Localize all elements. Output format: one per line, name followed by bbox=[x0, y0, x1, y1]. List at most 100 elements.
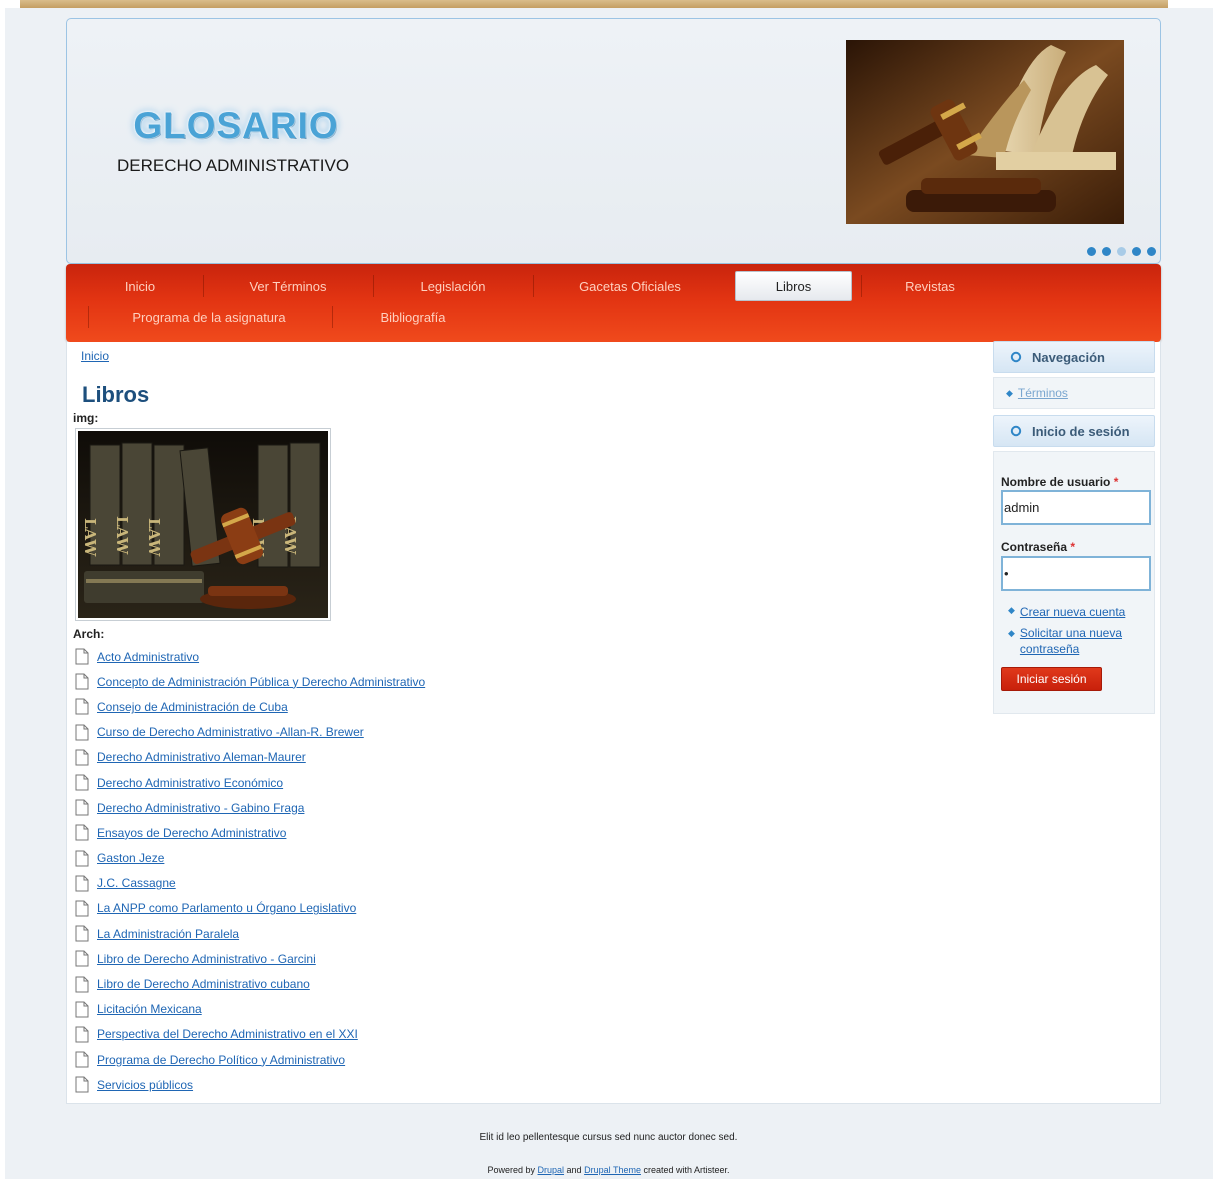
svg-text:LAW: LAW bbox=[145, 518, 163, 557]
document-icon bbox=[75, 976, 89, 993]
required-mark: * bbox=[1070, 540, 1076, 554]
file-link[interactable]: La ANPP como Parlamento u Órgano Legisla… bbox=[97, 901, 356, 915]
document-icon bbox=[75, 749, 89, 766]
document-icon bbox=[75, 824, 89, 841]
menu-item-revistas[interactable]: Revistas bbox=[884, 272, 976, 302]
file-link[interactable]: Derecho Administrativo Económico bbox=[97, 776, 283, 790]
menu-item-bibliografia[interactable]: Bibliografía bbox=[355, 303, 471, 333]
arch-field-label: Arch: bbox=[73, 627, 105, 641]
document-icon bbox=[75, 950, 89, 967]
login-button[interactable]: Iniciar sesión bbox=[1001, 667, 1102, 691]
file-link[interactable]: La Administración Paralela bbox=[97, 927, 239, 941]
document-icon bbox=[75, 648, 89, 665]
document-icon bbox=[75, 925, 89, 942]
login-block-title: Inicio de sesión bbox=[993, 415, 1155, 447]
main-menu: Inicio Ver Términos Legislación Gacetas … bbox=[66, 264, 1161, 342]
file-link[interactable]: Derecho Administrativo Aleman-Maurer bbox=[97, 750, 306, 764]
document-icon bbox=[75, 850, 89, 867]
file-item: Libro de Derecho Administrativo - Garcin… bbox=[75, 946, 675, 971]
document-icon bbox=[75, 1001, 89, 1018]
slider-dots bbox=[1087, 247, 1156, 256]
site-slogan: DERECHO ADMINISTRATIVO bbox=[117, 156, 350, 175]
file-item: Servicios públicos bbox=[75, 1072, 675, 1097]
document-icon bbox=[75, 1076, 89, 1093]
file-link[interactable]: J.C. Cassagne bbox=[97, 876, 176, 890]
file-link[interactable]: Libro de Derecho Administrativo cubano bbox=[97, 977, 310, 991]
file-link[interactable]: Acto Administrativo bbox=[97, 650, 199, 664]
document-icon bbox=[75, 900, 89, 917]
menu-separator bbox=[861, 275, 862, 297]
drupal-link[interactable]: Drupal bbox=[538, 1165, 565, 1175]
file-item: Ensayos de Derecho Administrativo bbox=[75, 820, 675, 845]
menu-item-legislacion[interactable]: Legislación bbox=[396, 272, 510, 302]
document-icon bbox=[75, 1051, 89, 1068]
file-link[interactable]: Perspectiva del Derecho Administrativo e… bbox=[97, 1027, 358, 1041]
file-link[interactable]: Licitación Mexicana bbox=[97, 1002, 202, 1016]
file-item: Derecho Administrativo - Gabino Fraga bbox=[75, 795, 675, 820]
document-icon bbox=[75, 698, 89, 715]
password-input[interactable]: • bbox=[1001, 556, 1151, 591]
bullet-icon: ◆ bbox=[1008, 628, 1015, 638]
menu-separator bbox=[533, 275, 534, 297]
file-item: Libro de Derecho Administrativo cubano bbox=[75, 971, 675, 996]
menu-item-ver-terminos[interactable]: Ver Términos bbox=[226, 272, 350, 302]
menu-separator bbox=[88, 306, 89, 328]
file-link[interactable]: Ensayos de Derecho Administrativo bbox=[97, 826, 286, 840]
file-item: J.C. Cassagne bbox=[75, 871, 675, 896]
file-link[interactable]: Derecho Administrativo - Gabino Fraga bbox=[97, 801, 304, 815]
menu-item-libros[interactable]: Libros bbox=[735, 271, 852, 301]
username-label-text: Nombre de usuario bbox=[1001, 475, 1111, 489]
navigation-block-title: Navegación bbox=[993, 341, 1155, 373]
file-link[interactable]: Programa de Derecho Político y Administr… bbox=[97, 1053, 345, 1067]
file-item: La Administración Paralela bbox=[75, 921, 675, 946]
site-name[interactable]: GLOSARIO bbox=[131, 105, 341, 147]
login-form: Nombre de usuario * admin Contraseña * •… bbox=[993, 451, 1155, 714]
file-link[interactable]: Servicios públicos bbox=[97, 1078, 193, 1092]
menu-item-gacetas-oficiales[interactable]: Gacetas Oficiales bbox=[556, 272, 704, 302]
menu-separator bbox=[203, 275, 204, 297]
slider-dot[interactable] bbox=[1132, 247, 1141, 256]
request-password-item: ◆ Solicitar una nueva contraseña bbox=[1008, 625, 1148, 657]
breadcrumb-home[interactable]: Inicio bbox=[81, 349, 109, 363]
page-title: Libros bbox=[82, 382, 150, 407]
username-label: Nombre de usuario * bbox=[1001, 475, 1118, 489]
link-terminos[interactable]: Términos bbox=[1018, 386, 1068, 400]
file-link[interactable]: Concepto de Administración Pública y Der… bbox=[97, 675, 425, 689]
file-item: Perspectiva del Derecho Administrativo e… bbox=[75, 1022, 675, 1047]
circle-bullet-icon bbox=[1010, 351, 1022, 363]
menu-item-programa[interactable]: Programa de la asignatura bbox=[111, 303, 307, 333]
document-icon bbox=[75, 875, 89, 892]
slider-dot-active[interactable] bbox=[1117, 247, 1126, 256]
file-link[interactable]: Consejo de Administración de Cuba bbox=[97, 700, 288, 714]
file-list: Acto Administrativo Concepto de Administ… bbox=[75, 644, 675, 1097]
file-item: Acto Administrativo bbox=[75, 644, 675, 669]
svg-text:LAW: LAW bbox=[81, 518, 99, 557]
login-title: Inicio de sesión bbox=[1032, 423, 1130, 439]
navigation-title: Navegación bbox=[1032, 349, 1105, 365]
gavel-books-image bbox=[846, 40, 1124, 224]
law-books-image: LAW LAW LAW LAW LAW bbox=[75, 428, 331, 621]
file-link[interactable]: Curso de Derecho Administrativo -Allan-R… bbox=[97, 725, 364, 739]
slider-dot[interactable] bbox=[1102, 247, 1111, 256]
drupal-theme-link[interactable]: Drupal Theme bbox=[584, 1165, 641, 1175]
username-input[interactable]: admin bbox=[1001, 490, 1151, 525]
top-stripe bbox=[20, 0, 1168, 8]
menu-item-inicio[interactable]: Inicio bbox=[102, 272, 178, 302]
file-link[interactable]: Libro de Derecho Administrativo - Garcin… bbox=[97, 952, 316, 966]
file-item: Licitación Mexicana bbox=[75, 997, 675, 1022]
document-icon bbox=[75, 724, 89, 741]
slider-dot[interactable] bbox=[1147, 247, 1156, 256]
request-password-link[interactable]: Solicitar una nueva contraseña bbox=[1020, 625, 1148, 657]
file-link[interactable]: Gaston Jeze bbox=[97, 851, 164, 865]
slider-dot[interactable] bbox=[1087, 247, 1096, 256]
file-item: Concepto de Administración Pública y Der… bbox=[75, 669, 675, 694]
create-account-link[interactable]: Crear nueva cuenta bbox=[1020, 605, 1125, 619]
bullet-icon: ◆ bbox=[1008, 605, 1015, 615]
and-text: and bbox=[566, 1165, 582, 1175]
created-with-text: created with Artisteer. bbox=[643, 1165, 730, 1175]
file-item: Derecho Administrativo Aleman-Maurer bbox=[75, 745, 675, 770]
password-label: Contraseña * bbox=[1001, 540, 1075, 554]
navigation-block-body: ◆ Términos bbox=[993, 377, 1155, 409]
document-icon bbox=[75, 799, 89, 816]
menu-separator bbox=[332, 306, 333, 328]
